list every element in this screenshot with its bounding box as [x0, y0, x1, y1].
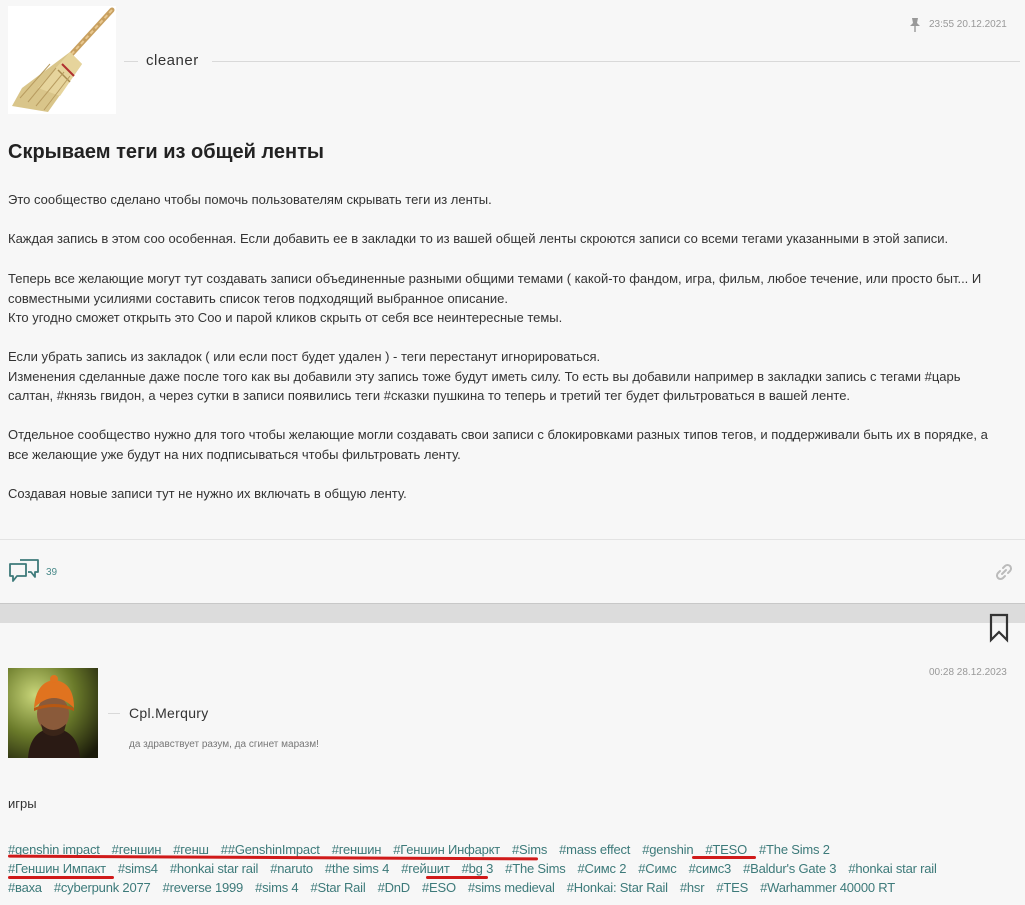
tag-link[interactable]: #honkai star rail	[170, 861, 259, 876]
author-line-left	[124, 61, 138, 62]
avatar-broom[interactable]	[8, 6, 116, 114]
tag-link[interactable]: #Star Rail	[310, 880, 365, 895]
underline-mark	[8, 876, 114, 879]
tag-link[interactable]: #Sims	[512, 842, 547, 857]
paragraph: все желающие уже будут на них подписыват…	[8, 446, 461, 462]
comments-count[interactable]: 39	[46, 567, 57, 578]
underline-mark	[692, 856, 756, 859]
author-line-right	[212, 61, 1020, 62]
bookmark-icon[interactable]	[987, 613, 1011, 643]
author-name[interactable]: cleaner	[146, 52, 199, 69]
avatar-user[interactable]	[8, 668, 98, 758]
footer-divider	[0, 539, 1025, 540]
tag-link[interactable]: #sims4	[118, 861, 158, 876]
paragraph: Теперь все желающие могут тут создавать …	[8, 271, 982, 286]
tag-link[interactable]: #genshin	[642, 842, 693, 857]
post-body: Если убрать запись из закладок ( или есл…	[8, 347, 1020, 406]
paragraph: Отдельное сообщество нужно для того чтоб…	[8, 427, 988, 442]
tag-link[interactable]: #TESO	[705, 842, 747, 857]
tag-link[interactable]: #Геншин Импакт	[8, 861, 106, 876]
tag-link[interactable]: #геншин	[332, 842, 382, 857]
tag-link[interactable]: #Геншин Инфаркт	[393, 842, 500, 857]
post-body: Каждая запись в этом соо особенная. Если…	[8, 229, 1020, 249]
tag-link[interactable]: #Симс 2	[578, 861, 627, 876]
tag-link[interactable]: #The Sims 2	[759, 842, 830, 857]
tag-link[interactable]: #Симс	[638, 861, 677, 876]
tag-link[interactable]: #naruto	[270, 861, 313, 876]
tag-link[interactable]: #Honkai: Star Rail	[567, 880, 668, 895]
tag-link[interactable]: #the sims 4	[325, 861, 389, 876]
tag-link[interactable]: #cyberpunk 2077	[54, 880, 151, 895]
post-date: 23:55 20.12.2021	[929, 19, 1007, 30]
tag-link[interactable]: #Baldur's Gate 3	[743, 861, 836, 876]
post-date: 00:28 28.12.2023	[929, 667, 1007, 678]
paragraph: Изменения сделанные даже после того как …	[8, 368, 961, 384]
tag-link[interactable]: #reverse 1999	[163, 880, 244, 895]
paragraph: Это сообщество сделано чтобы помочь поль…	[8, 192, 492, 207]
tag-link[interactable]: #TES	[716, 880, 748, 895]
comments-icon[interactable]	[8, 558, 40, 586]
broom-image	[8, 6, 116, 114]
post-separator	[0, 603, 1025, 623]
tag-link[interactable]: #DnD	[378, 880, 411, 895]
post-text: игры	[8, 796, 37, 811]
tag-link[interactable]: #hsr	[680, 880, 705, 895]
tag-link[interactable]: #симс3	[689, 861, 732, 876]
tag-link[interactable]: #mass effect	[559, 842, 630, 857]
tag-link[interactable]: #гейшит	[401, 861, 450, 876]
tag-link[interactable]: #sims medieval	[468, 880, 555, 895]
tag-link[interactable]: ##GenshinImpact	[221, 842, 320, 857]
paragraph: салтан, #князь гвидон, а через сутки в з…	[8, 388, 851, 403]
post-title: Скрываем теги из общей ленты	[8, 141, 324, 163]
tag-row: #ваха #cyberpunk 2077 #reverse 1999 #sims 4…	[8, 880, 907, 899]
tag-link[interactable]: #sims 4	[255, 880, 299, 895]
post-body: Создавая новые записи тут не нужно их вк…	[8, 484, 1020, 504]
post-body: Отдельное сообщество нужно для того чтоб…	[8, 425, 1020, 464]
link-icon[interactable]	[994, 562, 1014, 582]
paragraph: Каждая запись в этом соо особенная. Если…	[8, 231, 949, 246]
paragraph: совместными усилиями составить список те…	[8, 290, 508, 306]
tag-link[interactable]: #bg 3	[462, 861, 494, 876]
post-body: Это сообщество сделано чтобы помочь поль…	[8, 190, 1020, 210]
post-community-info: cleaner 23:55 20.12.2021 Скрываем теги и…	[0, 0, 1025, 603]
tag-link[interactable]: #honkai star rail	[848, 861, 937, 876]
paragraph: Если убрать запись из закладок ( или есл…	[8, 349, 601, 364]
post-body: Теперь все желающие могут тут создавать …	[8, 269, 1020, 328]
underline-mark	[426, 876, 488, 879]
tag-link[interactable]: #Warhammer 40000 RT	[760, 880, 895, 895]
author-line	[108, 713, 120, 714]
paragraph: Создавая новые записи тут не нужно их вк…	[8, 486, 407, 501]
author-status: да здравствует разум, да сгинет маразм!	[129, 739, 319, 750]
user-photo	[8, 668, 98, 758]
tag-link[interactable]: #ваха	[8, 880, 42, 895]
author-name[interactable]: Cpl.Merqury	[129, 705, 209, 721]
tag-link[interactable]: #ESO	[422, 880, 456, 895]
paragraph: Кто угодно сможет открыть это Соо и паро…	[8, 310, 563, 325]
tag-link[interactable]: #The Sims	[505, 861, 566, 876]
pin-icon[interactable]	[909, 17, 921, 33]
